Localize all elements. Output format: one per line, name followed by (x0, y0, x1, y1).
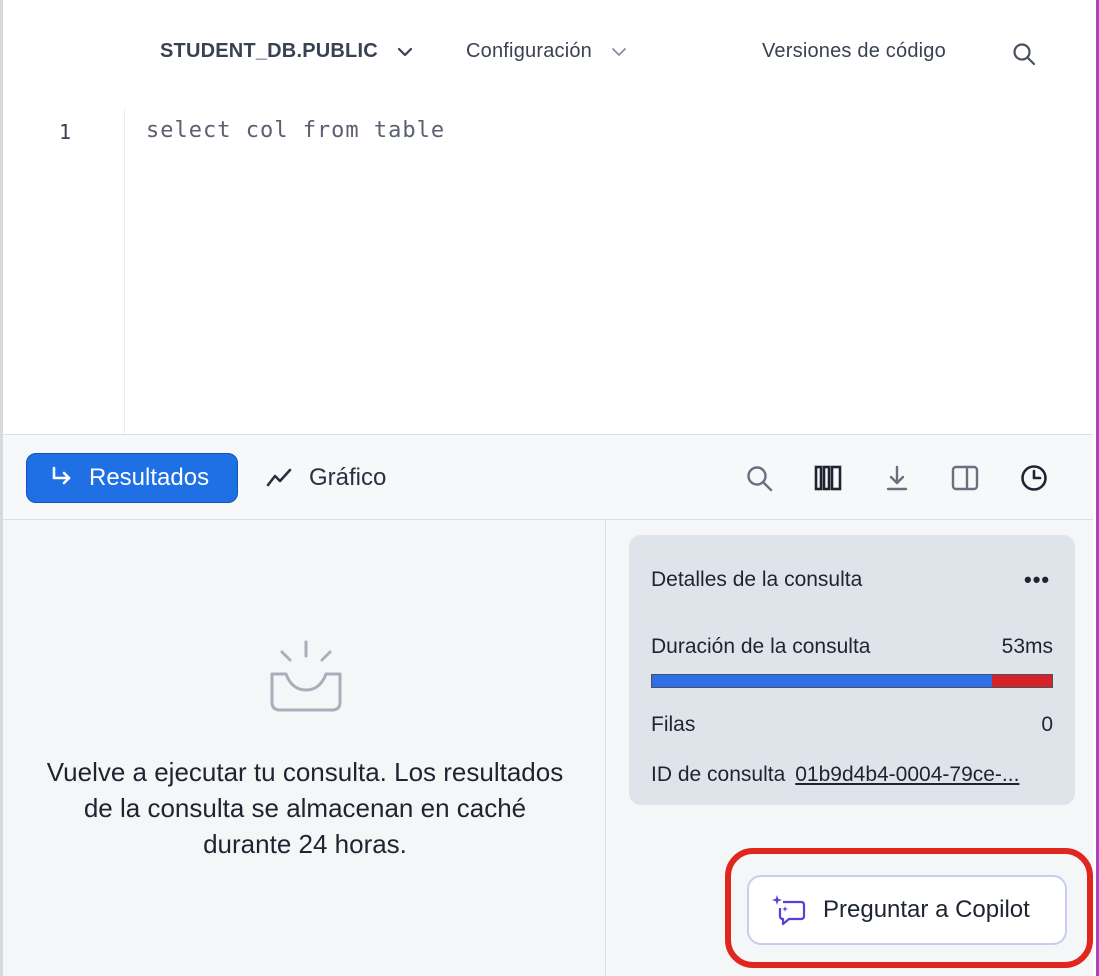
line-number: 1 (59, 120, 72, 144)
split-pane-icon[interactable] (950, 463, 980, 493)
results-panel: Vuelve a ejecutar tu consulta. Los resul… (3, 520, 1093, 976)
rows-value: 0 (1041, 713, 1053, 736)
query-id-link[interactable]: 01b9d4b4-0004-79ce-... (795, 763, 1019, 787)
code-versions-button[interactable]: Versiones de código (762, 40, 946, 63)
copilot-sparkle-icon (772, 895, 806, 926)
sql-editor[interactable]: 1 select col from table (3, 108, 1093, 434)
editor-toolbar: STUDENT_DB.PUBLIC Configuración Versione… (0, 0, 1099, 108)
columns-icon[interactable] (813, 463, 843, 493)
download-icon[interactable] (882, 463, 912, 493)
line-chart-icon (266, 468, 292, 487)
tab-results-label: Resultados (89, 464, 210, 491)
code-versions-label: Versiones de código (762, 40, 946, 62)
ask-copilot-label: Preguntar a Copilot (823, 896, 1030, 923)
rows-row: Filas 0 (651, 713, 1053, 737)
tab-results[interactable]: Resultados (26, 453, 238, 503)
results-toolbar: Resultados Gráfico (3, 434, 1093, 520)
line-gutter: 1 (3, 108, 125, 434)
empty-tray-icon (270, 640, 342, 712)
empty-state-message: Vuelve a ejecutar tu consulta. Los resul… (46, 757, 564, 859)
settings-dropdown[interactable]: Configuración (466, 40, 628, 63)
query-id-label: ID de consulta (651, 763, 786, 786)
duration-bar (651, 674, 1053, 688)
query-details-title: Detalles de la consulta (651, 568, 863, 591)
duration-bar-secondary (992, 675, 1052, 687)
duration-bar-primary (652, 675, 992, 687)
database-context-label: STUDENT_DB.PUBLIC (160, 40, 378, 62)
tab-chart-label: Gráfico (309, 464, 387, 491)
chevron-down-icon (612, 47, 626, 56)
history-icon[interactable] (1019, 463, 1049, 493)
search-icon[interactable] (744, 463, 774, 493)
chevron-down-icon (397, 47, 412, 56)
settings-label: Configuración (466, 40, 593, 62)
database-context-selector[interactable]: STUDENT_DB.PUBLIC (160, 40, 414, 63)
results-empty-state: Vuelve a ejecutar tu consulta. Los resul… (3, 520, 606, 976)
tab-chart[interactable]: Gráfico (265, 453, 386, 503)
duration-row: Duración de la consulta 53ms (651, 635, 1053, 659)
duration-label: Duración de la consulta (651, 635, 871, 658)
query-id-row: ID de consulta 01b9d4b4-0004-79ce-... (651, 763, 1053, 787)
query-details-card: Detalles de la consulta ••• Duración de … (629, 535, 1075, 805)
duration-value: 53ms (1001, 635, 1053, 658)
more-options-icon[interactable]: ••• (1024, 567, 1050, 593)
search-icon[interactable] (1011, 41, 1037, 67)
rows-label: Filas (651, 713, 696, 736)
return-arrow-icon (52, 466, 71, 485)
ask-copilot-button[interactable]: Preguntar a Copilot (747, 875, 1067, 945)
code-line[interactable]: select col from table (146, 118, 445, 143)
